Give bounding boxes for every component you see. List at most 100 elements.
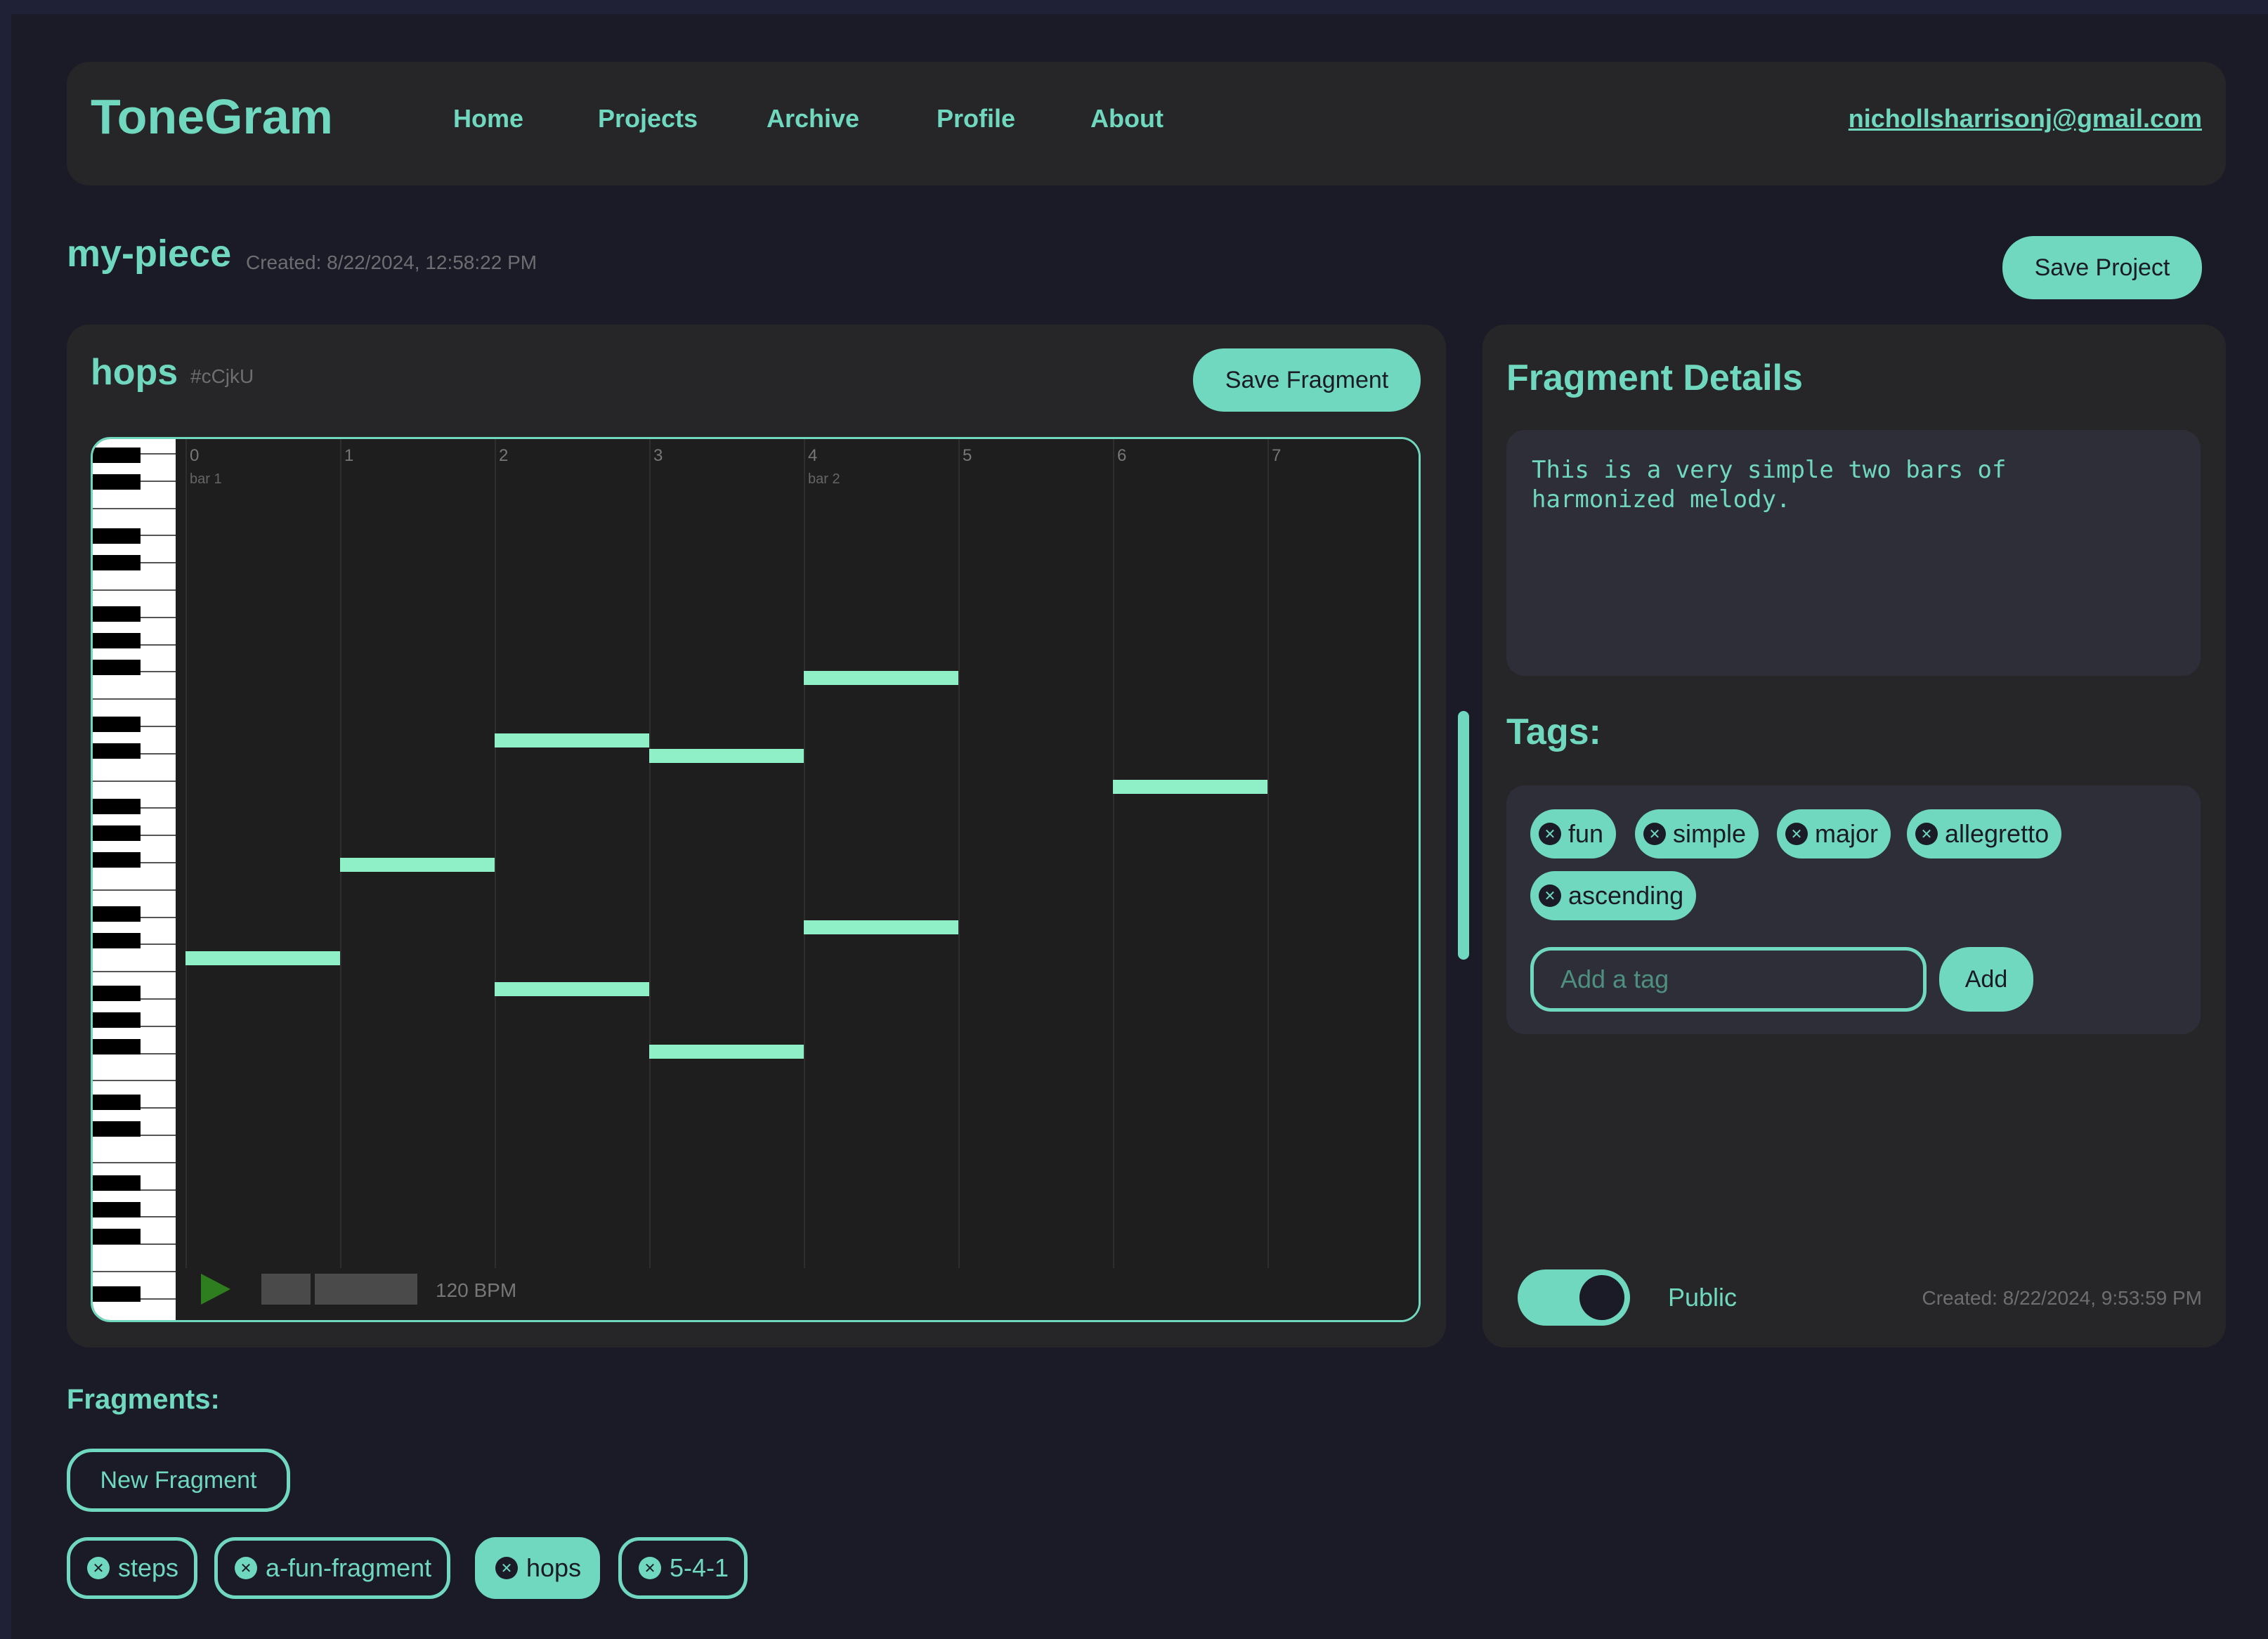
black-key[interactable]: [93, 933, 141, 948]
fragment-created-date: Created: 8/22/2024, 9:53:59 PM: [1922, 1287, 2203, 1309]
black-key[interactable]: [93, 1012, 141, 1028]
public-toggle[interactable]: [1518, 1269, 1630, 1326]
remove-tag-icon[interactable]: ✕: [1915, 823, 1938, 845]
fragment-chip-5-4-1[interactable]: ✕ 5-4-1: [618, 1537, 748, 1599]
project-title: my-piece: [67, 233, 232, 275]
bar-label: bar 1: [190, 471, 222, 487]
fragment-chip-steps[interactable]: ✕ steps: [67, 1537, 198, 1599]
note-block[interactable]: [1113, 780, 1267, 795]
black-key[interactable]: [93, 1286, 141, 1302]
note-block[interactable]: [649, 748, 804, 763]
note-block[interactable]: [495, 982, 649, 997]
user-email-link[interactable]: nichollsharrisonj@gmail.com: [1849, 104, 2202, 133]
white-key-divider: [93, 698, 176, 700]
remove-tag-icon[interactable]: ✕: [1785, 823, 1808, 845]
toggle-knob: [1579, 1275, 1624, 1320]
playback-slider[interactable]: [261, 1274, 417, 1305]
visibility-label: Public: [1668, 1283, 1738, 1312]
piano-keyboard[interactable]: [93, 439, 176, 1320]
panel-scrollbar[interactable]: [1458, 711, 1469, 960]
black-key[interactable]: [93, 1095, 141, 1110]
black-key[interactable]: [93, 743, 141, 759]
window-top-bar: [0, 0, 2268, 14]
white-key-divider: [93, 889, 176, 891]
bar-label: bar 2: [808, 471, 840, 487]
beat-gridline: [1113, 439, 1114, 1268]
fragment-chip-label: steps: [118, 1553, 179, 1582]
remove-tag-icon[interactable]: ✕: [1539, 884, 1561, 907]
black-key[interactable]: [93, 555, 141, 570]
black-key[interactable]: [93, 799, 141, 814]
save-fragment-button[interactable]: Save Fragment: [1193, 348, 1421, 412]
black-key[interactable]: [93, 825, 141, 841]
piano-roll[interactable]: 0 1 2 3 4 5 6 7 bar 1 bar 2 120 BPM: [91, 437, 1421, 1322]
black-key[interactable]: [93, 1121, 141, 1137]
black-key[interactable]: [93, 906, 141, 922]
remove-fragment-icon[interactable]: ✕: [639, 1557, 661, 1579]
remove-tag-icon[interactable]: ✕: [1539, 823, 1561, 845]
beat-number: 6: [1117, 446, 1127, 465]
black-key[interactable]: [93, 1202, 141, 1217]
remove-tag-icon[interactable]: ✕: [1643, 823, 1666, 845]
white-key-divider: [93, 1271, 176, 1272]
note-block[interactable]: [649, 1044, 804, 1059]
fragment-chip-label: a-fun-fragment: [266, 1553, 432, 1582]
black-key[interactable]: [93, 474, 141, 490]
black-key[interactable]: [93, 660, 141, 675]
black-key[interactable]: [93, 1175, 141, 1191]
fragment-editor-card: hops #cCjkU Save Fragment 0 1 2 3 4 5 6 …: [67, 325, 1446, 1347]
add-tag-input[interactable]: [1530, 947, 1927, 1012]
remove-fragment-icon[interactable]: ✕: [235, 1557, 257, 1579]
fragment-chip-a-fun-fragment[interactable]: ✕ a-fun-fragment: [214, 1537, 451, 1599]
tag-label: allegretto: [1945, 819, 2049, 848]
tag-chip: ✕ fun: [1530, 809, 1617, 858]
beat-gridline: [958, 439, 960, 1268]
black-key[interactable]: [93, 633, 141, 648]
black-key[interactable]: [93, 717, 141, 732]
window-left-edge: [0, 14, 11, 1639]
add-tag-button[interactable]: Add: [1939, 947, 2033, 1012]
note-block[interactable]: [804, 671, 958, 686]
black-key[interactable]: [93, 528, 141, 544]
black-key[interactable]: [93, 1039, 141, 1054]
tempo-label: 120 BPM: [436, 1279, 517, 1301]
tag-label: ascending: [1568, 881, 1684, 910]
nav-profile[interactable]: Profile: [937, 104, 1015, 133]
black-key[interactable]: [93, 606, 141, 622]
beat-number: 7: [1272, 446, 1282, 465]
tag-label: major: [1815, 819, 1879, 848]
note-block[interactable]: [804, 920, 958, 934]
beat-gridline: [495, 439, 496, 1268]
description-textarea[interactable]: This is a very simple two bars of harmon…: [1506, 430, 2201, 676]
fragment-chip-hops[interactable]: ✕ hops: [475, 1537, 601, 1599]
white-key-divider: [93, 1080, 176, 1082]
beat-gridline: [1267, 439, 1269, 1268]
nav-about[interactable]: About: [1090, 104, 1164, 133]
remove-fragment-icon[interactable]: ✕: [87, 1557, 110, 1579]
note-grid[interactable]: 0 1 2 3 4 5 6 7 bar 1 bar 2: [176, 439, 1419, 1320]
black-key[interactable]: [93, 448, 141, 463]
save-project-button[interactable]: Save Project: [2002, 236, 2202, 299]
note-block[interactable]: [495, 733, 649, 747]
fragments-label: Fragments:: [67, 1384, 220, 1415]
black-key[interactable]: [93, 1229, 141, 1244]
fragment-details-card: Fragment Details This is a very simple t…: [1482, 325, 2226, 1347]
beat-gridline: [649, 439, 651, 1268]
remove-fragment-icon[interactable]: ✕: [495, 1557, 518, 1579]
slider-handle[interactable]: [311, 1274, 315, 1305]
nav-projects[interactable]: Projects: [598, 104, 698, 133]
note-block[interactable]: [340, 857, 495, 872]
note-block[interactable]: [185, 951, 340, 965]
beat-number: 1: [344, 446, 354, 465]
white-key-divider: [93, 507, 176, 509]
new-fragment-button[interactable]: New Fragment: [67, 1449, 290, 1512]
tag-chip: ✕ ascending: [1530, 871, 1697, 920]
play-icon[interactable]: [201, 1274, 230, 1305]
black-key[interactable]: [93, 986, 141, 1001]
black-key[interactable]: [93, 852, 141, 868]
nav-archive[interactable]: Archive: [767, 104, 859, 133]
beat-number: 4: [808, 446, 818, 465]
tag-chip: ✕ major: [1777, 809, 1891, 858]
nav-home[interactable]: Home: [453, 104, 523, 133]
brand-logo[interactable]: ToneGram: [91, 89, 333, 145]
